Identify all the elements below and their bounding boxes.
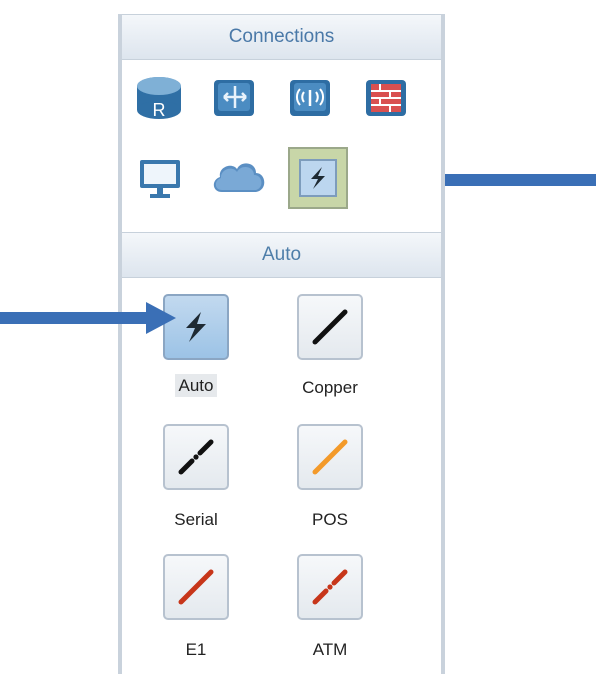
- cable-auto-label: Auto: [151, 374, 241, 397]
- cable-serial-label: Serial: [174, 510, 218, 529]
- switch-icon[interactable]: [210, 72, 260, 122]
- cloud-icon[interactable]: [208, 150, 270, 204]
- cable-e1-label: E1: [185, 640, 207, 659]
- copper-cable-icon: [312, 309, 348, 345]
- router-icon[interactable]: R: [134, 72, 184, 122]
- connections-header: Connections: [122, 14, 441, 60]
- cable-copper-button[interactable]: [297, 294, 363, 360]
- router-letter: R: [153, 100, 166, 120]
- pointer-arrow-icon: [0, 302, 176, 334]
- lightning-icon: [299, 159, 337, 197]
- cable-serial-button[interactable]: [163, 424, 229, 490]
- cable-pos-button[interactable]: [297, 424, 363, 490]
- lightning-icon: [186, 312, 206, 342]
- cable-atm-label: ATM: [312, 640, 348, 659]
- cable-e1-button[interactable]: [163, 554, 229, 620]
- connections-panel: Connections R Auto Auto Copper Serial PO…: [118, 14, 445, 674]
- pc-monitor-icon[interactable]: [136, 152, 186, 202]
- connection-auto-device[interactable]: [288, 147, 348, 209]
- pos-cable-icon: [312, 439, 348, 475]
- cable-atm-button[interactable]: [297, 554, 363, 620]
- firewall-icon[interactable]: [362, 72, 412, 122]
- auto-header: Auto: [122, 232, 441, 278]
- cable-copper-label: Copper: [302, 378, 358, 397]
- e1-cable-icon: [178, 569, 214, 605]
- wireless-ap-icon[interactable]: [286, 72, 336, 122]
- serial-cable-icon: [178, 439, 214, 475]
- atm-cable-icon: [312, 569, 348, 605]
- cable-pos-label: POS: [312, 510, 348, 529]
